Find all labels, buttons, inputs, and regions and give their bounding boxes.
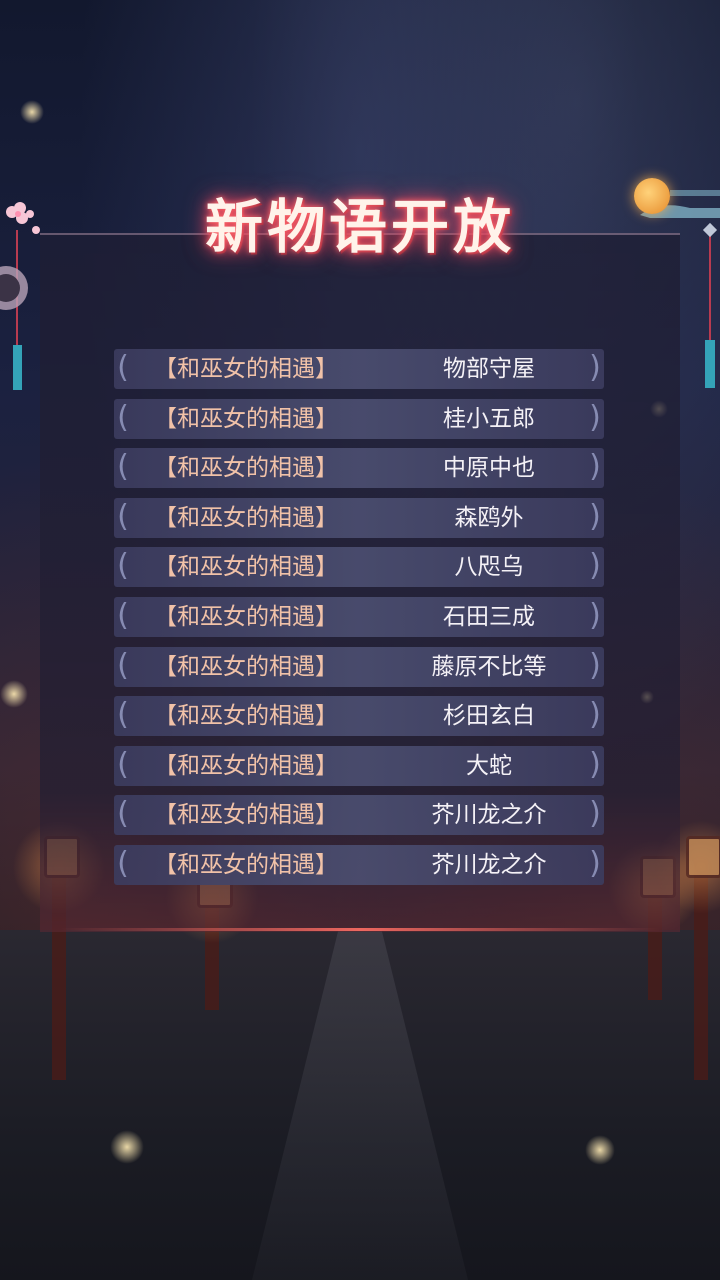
page-title: 新物语开放 (204, 193, 515, 261)
character-name: 物部守屋 (443, 356, 535, 382)
wave-ornament-icon: ( (117, 647, 129, 683)
character-name: 八咫乌 (454, 554, 524, 581)
wave-ornament-icon: ( (117, 399, 129, 435)
wave-ornament-icon: ( (117, 548, 129, 584)
character-name: 杉田玄白 (443, 703, 535, 730)
story-tag: 【和巫女的相遇】 (154, 752, 338, 779)
character-name: 石田三成 (443, 603, 535, 630)
story-tag: 【和巫女的相遇】 (154, 554, 338, 581)
story-tag: 【和巫女的相遇】 (154, 455, 338, 482)
story-entry-row[interactable]: ( 【和巫女的相遇】 杉田玄白) (114, 696, 604, 737)
wave-ornament-icon: ) (589, 449, 601, 485)
firefly (110, 1130, 144, 1164)
character-name: 芥川龙之介 (431, 802, 547, 829)
firefly (585, 1135, 615, 1165)
wave-ornament-icon: ( (117, 796, 129, 832)
story-entry-row[interactable]: ( 【和巫女的相遇】 八咫乌) (114, 547, 604, 588)
story-entry-row[interactable]: ( 【和巫女的相遇】 中原中也) (114, 448, 604, 489)
wave-ornament-icon: ( (117, 597, 129, 633)
character-name: 大蛇 (466, 752, 512, 779)
wave-ornament-icon: ( (117, 449, 129, 485)
stone-road-background (0, 930, 720, 1280)
story-tag: 【和巫女的相遇】 (154, 653, 338, 680)
story-tag: 【和巫女的相遇】 (154, 851, 338, 878)
character-name: 藤原不比等 (431, 653, 547, 680)
wave-ornament-icon: ) (589, 548, 601, 584)
wave-ornament-icon: ) (589, 845, 601, 881)
character-name: 芥川龙之介 (431, 851, 547, 878)
character-name: 中原中也 (443, 455, 535, 482)
wave-ornament-icon: ( (117, 350, 129, 385)
story-tag: 【和巫女的相遇】 (154, 504, 338, 531)
wave-ornament-icon: ) (589, 399, 601, 435)
story-entry-row[interactable]: ( 【和巫女的相遇】 芥川龙之介) (114, 844, 604, 885)
wave-ornament-icon: ( (117, 746, 129, 782)
story-entry-row[interactable]: ( 【和巫女的相遇】 藤原不比等) (114, 646, 604, 687)
wave-ornament-icon: ( (117, 845, 129, 881)
wave-ornament-icon: ) (589, 647, 601, 683)
story-tag: 【和巫女的相遇】 (154, 405, 338, 432)
story-tag: 【和巫女的相遇】 (154, 802, 338, 829)
wave-ornament-icon: ( (117, 498, 129, 534)
wave-ornament-icon: ) (589, 498, 601, 534)
story-entry-row[interactable]: ( 【和巫女的相遇】 大蛇) (114, 745, 604, 786)
wave-ornament-icon: ) (589, 597, 601, 633)
story-tag: 【和巫女的相遇】 (154, 603, 338, 630)
story-entry-row[interactable]: ( 【和巫女的相遇】 石田三成) (114, 596, 604, 637)
firefly (20, 100, 44, 124)
story-entry-row[interactable]: ( 【和巫女的相遇】 芥川龙之介) (114, 795, 604, 836)
wave-ornament-icon: ) (589, 697, 601, 733)
story-entry-row[interactable]: ( 【和巫女的相遇】 物部守屋) (114, 349, 604, 389)
character-name: 森鸥外 (454, 504, 524, 531)
story-tag: 【和巫女的相遇】 (154, 356, 338, 382)
wave-ornament-icon: ( (117, 697, 129, 733)
wave-ornament-icon: ) (589, 746, 601, 782)
right-lantern-near (654, 820, 720, 1080)
story-entry-row[interactable]: ( 【和巫女的相遇】 桂小五郎) (114, 398, 604, 439)
panel-bottom-divider (60, 928, 660, 931)
character-name: 桂小五郎 (443, 405, 535, 432)
wave-ornament-icon: ) (589, 350, 601, 385)
story-entry-row[interactable]: ( 【和巫女的相遇】 森鸥外) (114, 497, 604, 538)
story-list: (【和巫女的相遇】 物部守屋)(【和巫女的相遇】 桂小五郎)(【和巫女的相遇】 中原中… (114, 349, 604, 895)
firefly (0, 680, 28, 708)
wave-ornament-icon: ) (589, 796, 601, 832)
story-tag: 【和巫女的相遇】 (154, 703, 338, 730)
